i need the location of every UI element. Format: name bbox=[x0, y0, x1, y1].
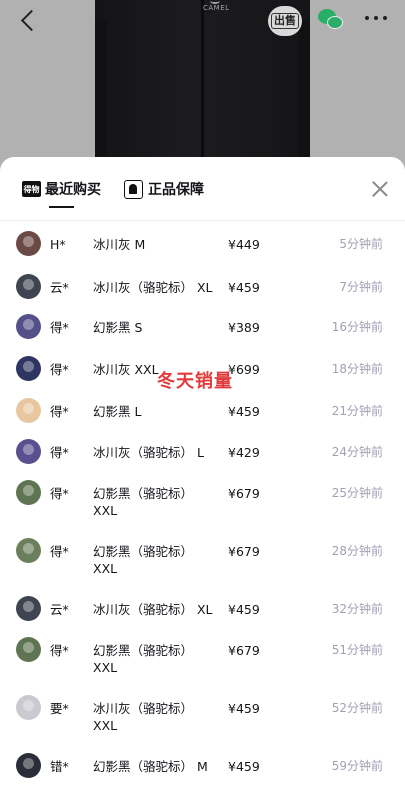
item-price: ¥429 bbox=[228, 445, 260, 460]
buyer-avatar bbox=[16, 274, 41, 299]
buyer-avatar bbox=[16, 314, 41, 339]
buyer-avatar bbox=[16, 439, 41, 464]
more-options-icon[interactable] bbox=[365, 16, 387, 22]
item-spec: 冰川灰（骆驼标） L bbox=[93, 445, 204, 460]
item-spec: 冰川灰（骆驼标） XL bbox=[93, 602, 213, 617]
buyer-name: 得* bbox=[50, 544, 69, 559]
item-spec: 冰川灰 M bbox=[93, 237, 146, 252]
item-price: ¥459 bbox=[228, 404, 260, 419]
buyer-avatar bbox=[16, 637, 41, 662]
dewu-logo-icon: 得物 bbox=[22, 181, 41, 197]
sheet-tabs: 得物 最近购买 正品保障 bbox=[0, 157, 405, 221]
buyer-avatar bbox=[16, 398, 41, 423]
watermark-text: 冬天销量 bbox=[157, 371, 233, 392]
purchase-time: 25分钟前 bbox=[331, 486, 383, 500]
guarantee-icon bbox=[124, 179, 143, 199]
buyer-avatar bbox=[16, 356, 41, 381]
item-price: ¥679 bbox=[228, 643, 260, 658]
buyer-name: 得* bbox=[50, 486, 69, 501]
buyer-avatar bbox=[16, 231, 41, 256]
item-price: ¥389 bbox=[228, 320, 260, 335]
item-price: ¥459 bbox=[228, 602, 260, 617]
buyer-avatar bbox=[16, 538, 41, 563]
tab-authenticity-guarantee-label: 正品保障 bbox=[148, 182, 204, 198]
buyer-name: 要* bbox=[50, 701, 69, 716]
buyer-avatar bbox=[16, 753, 41, 778]
buyer-name: 云* bbox=[50, 280, 69, 295]
purchase-time: 51分钟前 bbox=[331, 643, 383, 657]
item-spec: 幻影黑（骆驼标） M bbox=[93, 759, 208, 774]
buyer-name: H* bbox=[50, 237, 66, 252]
item-price: ¥459 bbox=[228, 280, 260, 295]
dim-overlay bbox=[0, 0, 405, 175]
active-tab-indicator bbox=[49, 206, 74, 208]
buyer-name: 得* bbox=[50, 362, 69, 377]
item-spec: 幻影黑（骆驼标）XXL bbox=[93, 486, 194, 518]
buyer-avatar bbox=[16, 596, 41, 621]
purchase-time: 24分钟前 bbox=[331, 445, 383, 459]
item-price: ¥459 bbox=[228, 701, 260, 716]
purchase-time: 59分钟前 bbox=[331, 759, 383, 773]
buyer-name: 错* bbox=[50, 759, 69, 774]
item-spec: 幻影黑（骆驼标）XXL bbox=[93, 643, 194, 675]
item-spec: 幻影黑 S bbox=[93, 320, 143, 335]
purchase-time: 16分钟前 bbox=[331, 320, 383, 334]
tab-authenticity-guarantee[interactable]: 正品保障 bbox=[124, 177, 204, 201]
buyer-name: 得* bbox=[50, 404, 69, 419]
tab-recent-purchases[interactable]: 得物 最近购买 bbox=[22, 177, 101, 201]
item-price: ¥459 bbox=[228, 759, 260, 774]
product-image: CAMEL 出售 bbox=[0, 0, 405, 175]
close-icon[interactable] bbox=[370, 179, 390, 199]
tab-recent-purchases-label: 最近购买 bbox=[45, 182, 101, 198]
purchase-time: 5分钟前 bbox=[339, 237, 383, 251]
buyer-avatar bbox=[16, 480, 41, 505]
recent-purchases-sheet: 得物 最近购买 正品保障 H* 冰川灰 M ¥449 5分钟前云* 冰川灰（骆驼标） X… bbox=[0, 157, 405, 800]
purchase-time: 32分钟前 bbox=[331, 602, 383, 616]
item-price: ¥449 bbox=[228, 237, 260, 252]
back-button[interactable] bbox=[18, 9, 42, 33]
buyer-name: 云* bbox=[50, 602, 69, 617]
item-spec: 幻影黑 L bbox=[93, 404, 142, 419]
item-spec: 冰川灰（骆驼标）XXL bbox=[93, 701, 194, 733]
purchase-time: 28分钟前 bbox=[331, 544, 383, 558]
item-spec: 冰川灰（骆驼标） XL bbox=[93, 280, 213, 295]
purchase-time: 18分钟前 bbox=[331, 362, 383, 376]
sell-button[interactable]: 出售 bbox=[268, 6, 302, 36]
purchase-time: 21分钟前 bbox=[331, 404, 383, 418]
purchase-time: 7分钟前 bbox=[339, 280, 383, 294]
buyer-name: 得* bbox=[50, 320, 69, 335]
item-price: ¥679 bbox=[228, 486, 260, 501]
buyer-name: 得* bbox=[50, 445, 69, 460]
item-price: ¥679 bbox=[228, 544, 260, 559]
sell-label: 出售 bbox=[271, 13, 299, 29]
wechat-share-icon[interactable] bbox=[318, 9, 344, 31]
item-spec: 幻影黑（骆驼标）XXL bbox=[93, 544, 194, 576]
purchase-time: 52分钟前 bbox=[331, 701, 383, 715]
buyer-name: 得* bbox=[50, 643, 69, 658]
buyer-avatar bbox=[16, 695, 41, 720]
